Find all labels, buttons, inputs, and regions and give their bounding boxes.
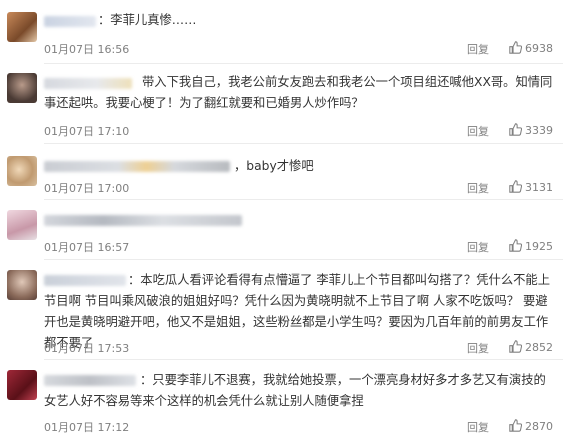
- comment-text: ，baby才惨吧: [234, 159, 314, 173]
- comment-time: 01月07日 17:00: [44, 182, 130, 195]
- comment-time: 01月07日 17:10: [44, 125, 130, 138]
- comment-6: ：只要李菲儿不退赛，我就给她投票，一个漂亮身材好多才多艺又有演技的女艺人好不容易…: [0, 360, 563, 445]
- avatar[interactable]: [7, 12, 37, 42]
- like-button[interactable]: 3131: [509, 180, 553, 194]
- like-count: 2870: [525, 420, 553, 433]
- comment-text: ：李菲儿真惨……: [98, 13, 197, 27]
- like-button[interactable]: 1925: [509, 239, 553, 253]
- reply-button[interactable]: 回复: [467, 239, 489, 255]
- like-button[interactable]: 2870: [509, 419, 553, 433]
- like-count: 3339: [525, 124, 553, 137]
- comment-time: 01月07日 16:56: [44, 43, 130, 56]
- comment-4: 01月07日 16:57 回复 1925: [0, 200, 563, 260]
- comment-time: 01月07日 16:57: [44, 241, 130, 254]
- reply-button[interactable]: 回复: [467, 123, 489, 139]
- avatar[interactable]: [7, 210, 37, 240]
- like-count: 1925: [525, 240, 553, 253]
- comment-3: ，baby才惨吧 01月07日 17:00 回复 3131: [0, 144, 563, 200]
- comment-1: ：李菲儿真惨…… 01月07日 16:56 回复 6938: [0, 0, 563, 64]
- username-blurred[interactable]: [44, 16, 96, 27]
- comment-5: ：本吃瓜人看评论看得有点懵逼了 李菲儿上个节目都叫勾搭了？凭什么不能上节目啊 节…: [0, 260, 563, 360]
- avatar[interactable]: [7, 73, 37, 103]
- thumbs-up-icon: [509, 123, 523, 136]
- like-button[interactable]: 3339: [509, 123, 553, 137]
- reply-button[interactable]: 回复: [467, 419, 489, 435]
- thumbs-up-icon: [509, 340, 523, 353]
- avatar[interactable]: [7, 370, 37, 400]
- username-blurred[interactable]: [44, 215, 242, 226]
- like-count: 3131: [525, 181, 553, 194]
- comment-text: ：只要李菲儿不退赛，我就给她投票，一个漂亮身材好多才多艺又有演技的女艺人好不容易…: [44, 373, 546, 408]
- comment-2: 带入下我自己，我老公前女友跑去和我老公一个项目组还喊他XX哥。知情同事还起哄。我…: [0, 64, 563, 144]
- thumbs-up-icon: [509, 239, 523, 252]
- thumbs-up-icon: [509, 41, 523, 54]
- thumbs-up-icon: [509, 180, 523, 193]
- like-count: 2852: [525, 341, 553, 354]
- comment-time: 01月07日 17:12: [44, 421, 130, 434]
- avatar[interactable]: [7, 156, 37, 186]
- reply-button[interactable]: 回复: [467, 41, 489, 57]
- comment-time: 01月07日 17:53: [44, 342, 130, 355]
- like-count: 6938: [525, 42, 553, 55]
- username-blurred[interactable]: [44, 161, 230, 172]
- like-button[interactable]: 2852: [509, 340, 553, 354]
- comment-text: 带入下我自己，我老公前女友跑去和我老公一个项目组还喊他XX哥。知情同事还起哄。我…: [44, 75, 553, 110]
- reply-button[interactable]: 回复: [467, 340, 489, 356]
- like-button[interactable]: 6938: [509, 41, 553, 55]
- thumbs-up-icon: [509, 419, 523, 432]
- reply-button[interactable]: 回复: [467, 180, 489, 196]
- avatar[interactable]: [7, 270, 37, 300]
